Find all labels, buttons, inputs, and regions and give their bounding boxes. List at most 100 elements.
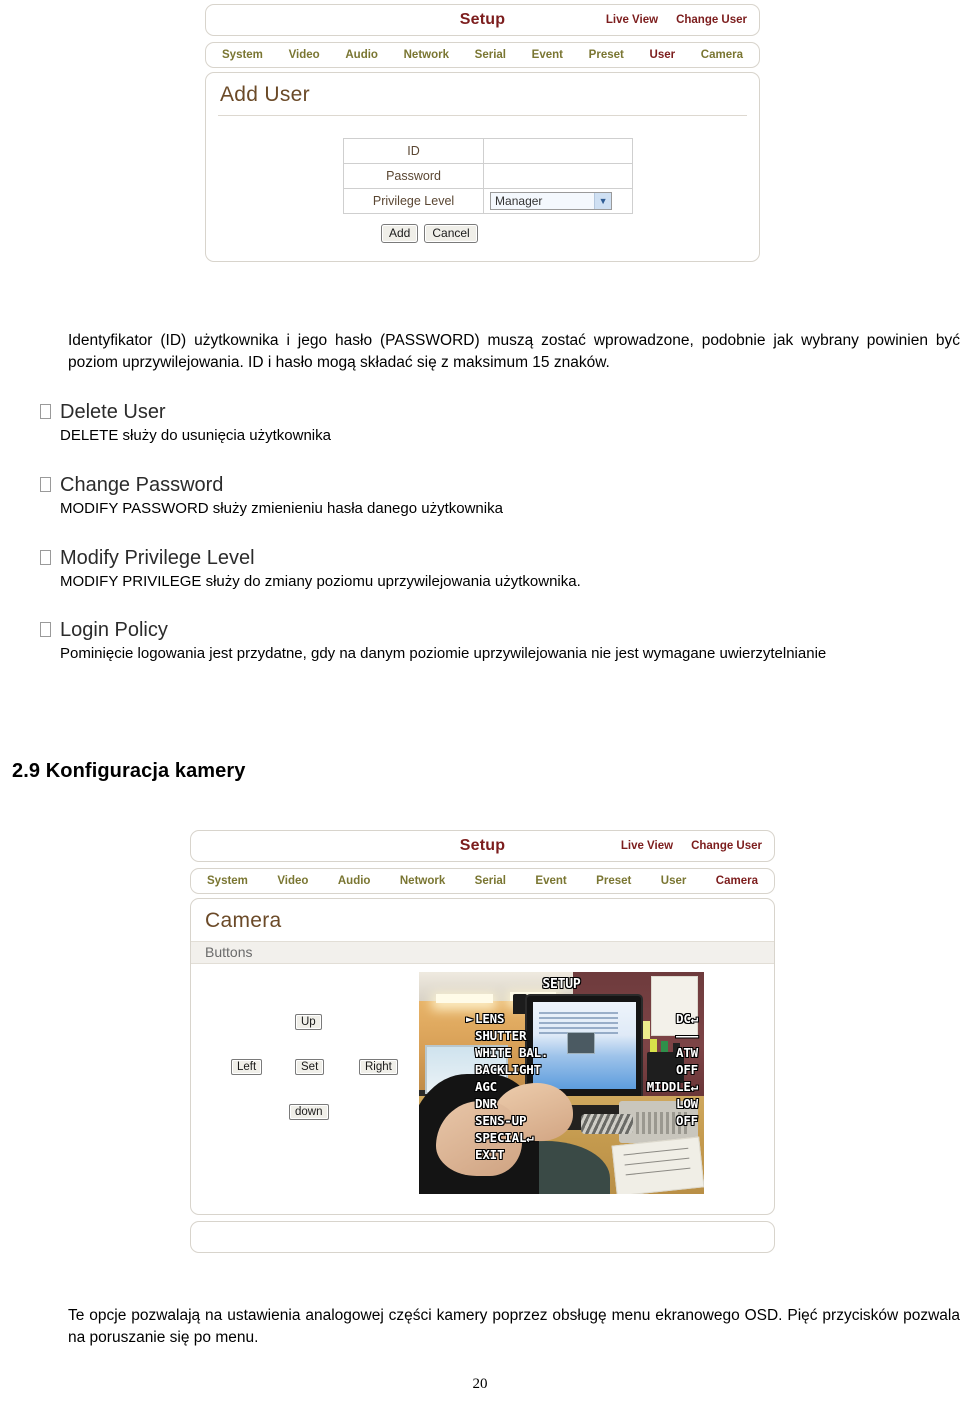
bullet-change-password: Change Password MODIFY PASSWORD służy zm… <box>40 473 660 519</box>
osd-menu-overlay: SETUP ► LENS DC↵ SHUTTER ——— WHITE BAL. A <box>419 972 704 1194</box>
bullet-heading-row: Login Policy <box>40 618 960 642</box>
camera-panel: Camera Buttons Up Left Set Right down SE… <box>190 898 775 1215</box>
page-title: Camera <box>205 909 282 932</box>
tab-audio[interactable]: Audio <box>345 49 378 61</box>
osd-left-button[interactable]: Left <box>231 1059 263 1075</box>
privilege-level-label: Privilege Level <box>342 188 485 214</box>
tab-system[interactable]: System <box>207 875 248 887</box>
id-label: ID <box>342 138 485 164</box>
privilege-level-value: Manager <box>495 194 543 208</box>
osd-value: OFF <box>676 1062 698 1077</box>
osd-row-lens[interactable]: ► LENS DC↵ <box>466 1010 698 1027</box>
tab-video[interactable]: Video <box>289 49 320 61</box>
table-row: ID <box>342 138 633 164</box>
table-row: Password <box>342 163 633 189</box>
osd-row-exit[interactable]: EXIT <box>475 1146 698 1163</box>
bullet-box-icon <box>40 622 51 637</box>
main-tabbar: System Video Audio Network Serial Event … <box>190 868 775 894</box>
osd-label: BACKLIGHT <box>475 1062 541 1077</box>
bullet-heading-row: Delete User <box>40 400 660 424</box>
bullet-login-policy: Login Policy Pominięcie logowania jest p… <box>40 618 960 664</box>
bullet-heading-row: Change Password <box>40 473 660 497</box>
osd-set-button[interactable]: Set <box>295 1059 325 1075</box>
cancel-button[interactable]: Cancel <box>424 224 478 243</box>
tab-network[interactable]: Network <box>400 875 445 887</box>
change-user-link[interactable]: Change User <box>691 840 762 852</box>
bullet-heading: Login Policy <box>60 619 168 641</box>
bullet-box-icon <box>40 477 51 492</box>
user-fields-table: ID Password Privilege Level Manager ▼ <box>342 138 633 214</box>
password-label: Password <box>342 163 485 189</box>
osd-label: AGC <box>475 1079 497 1094</box>
osd-row-dnr[interactable]: DNR LOW <box>475 1095 698 1112</box>
tab-camera[interactable]: Camera <box>716 875 758 887</box>
osd-label: EXIT <box>475 1147 505 1162</box>
tab-user[interactable]: User <box>661 875 687 887</box>
page-number: 20 <box>472 1376 488 1392</box>
osd-item-list: ► LENS DC↵ SHUTTER ——— WHITE BAL. ATW BA… <box>466 1010 698 1163</box>
chevron-down-icon: ▼ <box>594 193 612 209</box>
camera-footer-panel <box>190 1221 775 1253</box>
tab-network[interactable]: Network <box>404 49 449 61</box>
add-button[interactable]: Add <box>381 224 419 243</box>
osd-label: LENS <box>475 1011 505 1026</box>
password-input[interactable] <box>483 163 633 189</box>
bullet-delete-user: Delete User DELETE służy do usunięcia uż… <box>40 400 660 446</box>
bullet-text: DELETE służy do usunięcia użytkownika <box>60 427 331 444</box>
osd-value: ATW <box>676 1045 698 1060</box>
live-view-link[interactable]: Live View <box>621 840 673 852</box>
osd-row-backlight[interactable]: BACKLIGHT OFF <box>475 1061 698 1078</box>
tab-event[interactable]: Event <box>535 875 566 887</box>
setup-titlebar: Setup Live View Change User <box>190 830 775 862</box>
osd-row-agc[interactable]: AGC MIDDLE↵ <box>475 1078 698 1095</box>
intro-paragraph: Identyfikator (ID) użytkownika i jego ha… <box>68 332 960 372</box>
table-row: Privilege Level Manager ▼ <box>342 188 633 214</box>
osd-dpad: Up Left Set Right down <box>209 1014 399 1154</box>
osd-row-sens-up[interactable]: SENS-UP OFF <box>475 1112 698 1129</box>
osd-value: MIDDLE↵ <box>646 1079 698 1094</box>
bullet-heading-row: Modify Privilege Level <box>40 546 700 570</box>
osd-value: DC↵ <box>676 1011 698 1026</box>
setup-titlebar: Setup Live View Change User <box>205 4 760 36</box>
osd-label: DNR <box>475 1096 497 1111</box>
live-view-link[interactable]: Live View <box>606 14 658 26</box>
privilege-level-cell: Manager ▼ <box>483 188 633 214</box>
change-user-link[interactable]: Change User <box>676 14 747 26</box>
osd-up-button[interactable]: Up <box>295 1014 322 1030</box>
osd-cursor-icon: ► <box>466 1011 474 1026</box>
bullet-text: Pominięcie logowania jest przydatne, gdy… <box>60 645 827 662</box>
tab-event[interactable]: Event <box>532 49 563 61</box>
osd-value: ——— <box>676 1028 698 1043</box>
tab-audio[interactable]: Audio <box>338 875 371 887</box>
figure-camera: Setup Live View Change User System Video… <box>190 830 775 1253</box>
bullet-box-icon <box>40 404 51 419</box>
bullet-heading: Modify Privilege Level <box>60 547 255 569</box>
main-tabbar: System Video Audio Network Serial Event … <box>205 42 760 68</box>
tab-serial[interactable]: Serial <box>475 875 506 887</box>
tab-preset[interactable]: Preset <box>589 49 624 61</box>
buttons-section-label: Buttons <box>191 941 774 964</box>
osd-down-button[interactable]: down <box>289 1104 329 1120</box>
tab-serial[interactable]: Serial <box>475 49 506 61</box>
tab-user[interactable]: User <box>650 49 676 61</box>
bullet-box-icon <box>40 550 51 565</box>
tab-camera[interactable]: Camera <box>701 49 743 61</box>
page-title: Add User <box>220 83 310 106</box>
osd-right-button[interactable]: Right <box>359 1059 398 1075</box>
osd-row-white-bal[interactable]: WHITE BAL. ATW <box>475 1044 698 1061</box>
osd-row-special[interactable]: SPECIAL↵ <box>475 1129 698 1146</box>
osd-row-shutter[interactable]: SHUTTER ——— <box>475 1027 698 1044</box>
titlebar-links: Live View Change User <box>606 14 747 26</box>
form-actions: Add Cancel <box>381 224 759 243</box>
tab-system[interactable]: System <box>222 49 263 61</box>
bullet-heading: Change Password <box>60 474 224 496</box>
bullet-modify-privilege-level: Modify Privilege Level MODIFY PRIVILEGE … <box>40 546 700 592</box>
tab-preset[interactable]: Preset <box>596 875 631 887</box>
tab-video[interactable]: Video <box>277 875 308 887</box>
osd-title: SETUP <box>542 977 581 992</box>
add-user-panel: Add User ID Password Privilege Level Man… <box>205 72 760 262</box>
privilege-level-select[interactable]: Manager ▼ <box>490 192 613 210</box>
titlebar-links: Live View Change User <box>621 840 762 852</box>
id-input[interactable] <box>483 138 633 164</box>
bullet-text: MODIFY PRIVILEGE służy do zmiany poziomu… <box>60 573 581 590</box>
